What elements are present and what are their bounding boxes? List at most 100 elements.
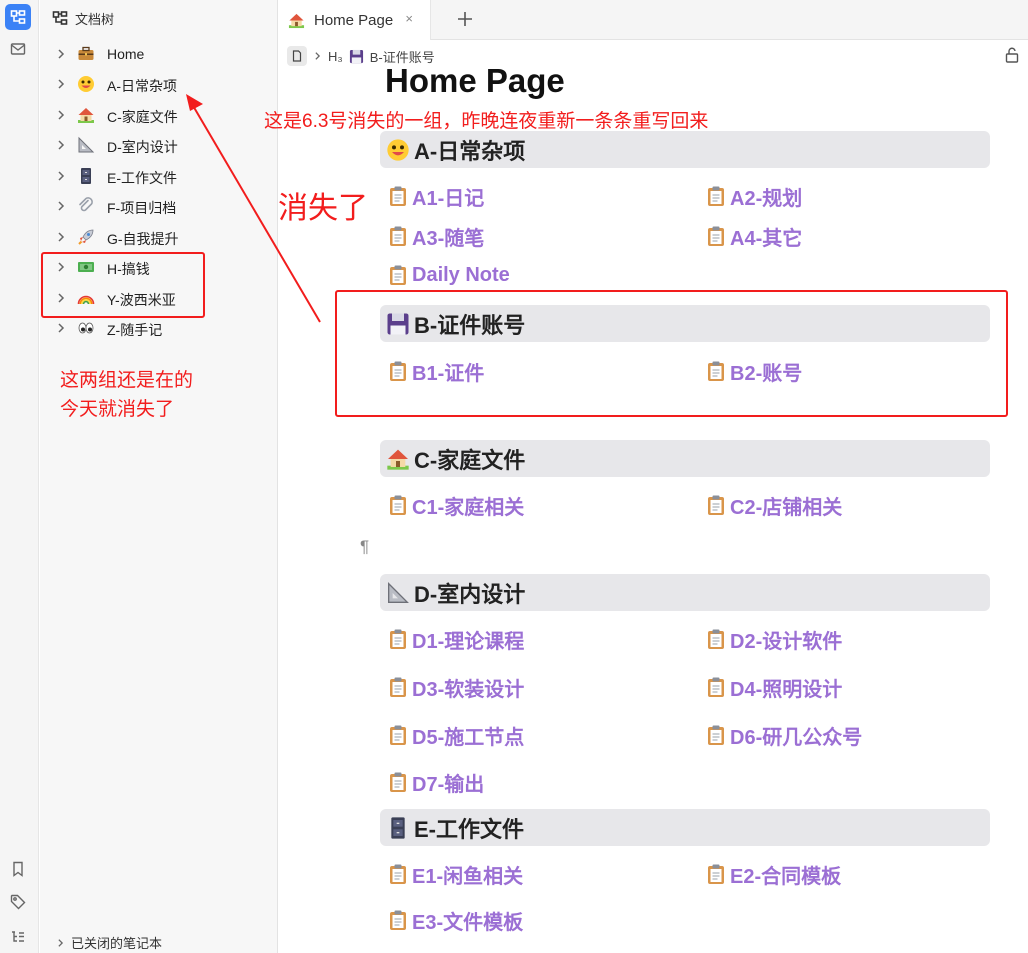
eyes-icon	[78, 322, 94, 334]
doc-link-label[interactable]: D6-研几公众号	[730, 721, 862, 750]
tree-item-z[interactable]: Z-随手记	[40, 314, 278, 342]
doc-link-label[interactable]: A4-其它	[730, 222, 802, 251]
outline-icon[interactable]	[5, 924, 31, 950]
chevron-right-icon[interactable]	[56, 48, 66, 60]
tree-item-d[interactable]: D-室内设计	[40, 131, 278, 159]
tree-item-e[interactable]: E-工作文件	[40, 162, 278, 190]
tree-item-g[interactable]: G-自我提升	[40, 223, 278, 251]
doc-link-label[interactable]: D2-设计软件	[730, 625, 842, 654]
closed-notebooks[interactable]: 已关闭的笔记本	[56, 933, 162, 952]
lock-icon[interactable]	[1005, 47, 1019, 63]
inbox-icon[interactable]	[5, 36, 31, 62]
doc-tree-title: 文档树	[75, 11, 115, 27]
annotation-vanished: 消失了	[278, 192, 368, 225]
tab-label: Home Page	[314, 11, 394, 29]
page-title: Home Page	[385, 62, 565, 99]
briefcase-icon	[78, 46, 94, 60]
grinning-face-icon	[78, 76, 94, 92]
doc-link-label[interactable]: E2-合同模板	[730, 860, 841, 889]
tree-item-label: A-日常杂项	[107, 78, 177, 94]
chevron-right-icon[interactable]	[56, 139, 66, 151]
doc-link[interactable]: D3-软装设计	[388, 673, 524, 702]
section-heading-a: A-日常杂项	[380, 131, 990, 168]
close-icon[interactable]: ×	[405, 11, 413, 26]
doc-link-label[interactable]: D7-输出	[412, 768, 484, 797]
doc-link[interactable]: A3-随笔	[388, 222, 484, 251]
chevron-right-icon[interactable]	[56, 109, 66, 121]
tree-item-a[interactable]: A-日常杂项	[40, 70, 278, 98]
annotation-box-tree	[41, 252, 205, 318]
doc-link[interactable]: D6-研几公众号	[706, 721, 862, 750]
doc-link-label[interactable]: D4-照明设计	[730, 673, 842, 702]
chevron-right-icon	[313, 49, 322, 64]
doc-link-label[interactable]: Daily Note	[412, 264, 510, 287]
clipboard-icon	[390, 629, 406, 649]
clipboard-icon	[390, 864, 406, 884]
tree-item-label: C-家庭文件	[107, 109, 178, 125]
section-heading-c: C-家庭文件	[380, 440, 990, 477]
doc-link[interactable]: A1-日记	[388, 182, 484, 211]
clipboard-icon	[708, 725, 724, 745]
doc-link-label[interactable]: A3-随笔	[412, 222, 484, 251]
doc-link[interactable]: C2-店铺相关	[706, 491, 842, 520]
doc-link[interactable]: E1-闲鱼相关	[388, 860, 523, 889]
tree-item-label: G-自我提升	[107, 231, 179, 247]
doc-link[interactable]: Daily Note	[388, 262, 510, 288]
plus-icon[interactable]	[453, 7, 477, 31]
doc-link[interactable]: A2-规划	[706, 182, 802, 211]
section-heading-label: D-室内设计	[414, 581, 526, 607]
tab-bar: Home Page ×	[279, 0, 1028, 40]
tag-icon[interactable]	[5, 889, 31, 915]
tab-home-page[interactable]: Home Page ×	[279, 0, 431, 40]
clipboard-icon	[390, 265, 406, 285]
doc-link-label[interactable]: D5-施工节点	[412, 721, 524, 750]
clipboard-icon	[390, 495, 406, 515]
doc-link-label[interactable]: E3-文件模板	[412, 906, 523, 935]
floppy-disk-icon	[349, 49, 363, 63]
doc-link[interactable]: D2-设计软件	[706, 625, 842, 654]
doc-link[interactable]: D1-理论课程	[388, 625, 524, 654]
clipboard-icon	[708, 186, 724, 206]
chevron-right-icon[interactable]	[56, 170, 66, 182]
triangle-ruler-icon	[78, 136, 95, 153]
doc-link[interactable]: D5-施工节点	[388, 721, 524, 750]
doc-link-label[interactable]: C1-家庭相关	[412, 491, 524, 520]
bookmark-icon[interactable]	[5, 856, 31, 882]
doc-link[interactable]: A4-其它	[706, 222, 802, 251]
tree-item-home[interactable]: Home	[40, 40, 278, 68]
tree-item-label: Z-随手记	[107, 322, 163, 338]
doc-link[interactable]: C1-家庭相关	[388, 491, 524, 520]
chevron-right-icon[interactable]	[56, 231, 66, 243]
tree-item-f[interactable]: F-项目归档	[40, 192, 278, 220]
doc-tree-icon[interactable]	[5, 4, 31, 30]
clipboard-icon	[390, 910, 406, 930]
doc-link-label[interactable]: A2-规划	[730, 182, 802, 211]
tree-item-label: F-项目归档	[107, 200, 177, 216]
document-icon[interactable]	[287, 46, 307, 66]
house-icon	[78, 108, 94, 123]
doc-link[interactable]: D7-输出	[388, 768, 484, 797]
chevron-right-icon[interactable]	[56, 200, 66, 212]
doc-link-label[interactable]: C2-店铺相关	[730, 491, 842, 520]
doc-tree-panel: 文档树 Home A-日常杂项 C-家庭文件 D-室内设计 E-工作文件 F-项…	[40, 0, 278, 953]
doc-link[interactable]: E3-文件模板	[388, 906, 523, 935]
tree-item-label: E-工作文件	[107, 170, 177, 186]
closed-notebooks-label: 已关闭的笔记本	[71, 936, 163, 951]
doc-link-label[interactable]: A1-日记	[412, 182, 484, 211]
house-icon	[387, 449, 409, 470]
chevron-right-icon[interactable]	[56, 322, 66, 334]
doc-link-label[interactable]: E1-闲鱼相关	[412, 860, 523, 889]
tree-item-c[interactable]: C-家庭文件	[40, 101, 278, 129]
house-icon	[288, 13, 305, 28]
clipboard-icon	[708, 677, 724, 697]
doc-link-label[interactable]: D3-软装设计	[412, 673, 524, 702]
paragraph-mark[interactable]: ¶	[360, 537, 369, 557]
clipboard-icon	[390, 725, 406, 745]
chevron-right-icon[interactable]	[56, 78, 66, 90]
chevron-right-icon[interactable]	[56, 938, 65, 948]
doc-tree-header: 文档树	[52, 8, 114, 28]
doc-link-label[interactable]: D1-理论课程	[412, 625, 524, 654]
rocket-icon	[78, 229, 94, 245]
doc-link[interactable]: E2-合同模板	[706, 860, 841, 889]
doc-link[interactable]: D4-照明设计	[706, 673, 842, 702]
